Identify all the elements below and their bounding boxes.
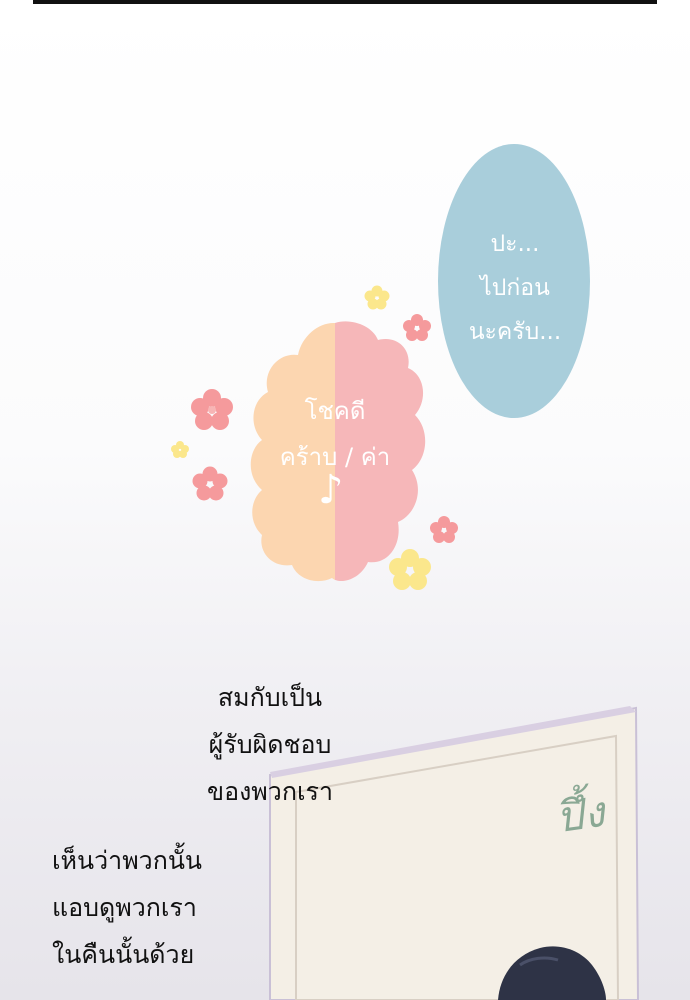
flower-pink-icon: [191, 389, 233, 430]
speech-line: ปะ...: [490, 231, 540, 257]
narration-caption-1: สมกับเป็น ผู้รับผิดชอบ ของพวกเรา: [190, 674, 350, 815]
caption-line: แอบดูพวกเรา: [52, 893, 197, 922]
flower-yellow-icon: [389, 549, 431, 590]
speech-text-goodbye: ปะ... ไปก่อน นะครับ...: [440, 222, 590, 354]
flower-pink-icon: [403, 314, 431, 341]
flower-yellow-icon: [364, 285, 390, 310]
narration-caption-2: เห็นว่าพวกนั้น แอบดูพวกเรา ในคืนนั้นด้วย: [52, 837, 242, 978]
music-note-icon: ♪: [318, 467, 344, 513]
caption-line: ของพวกเรา: [207, 777, 333, 806]
caption-line: ผู้รับผิดชอบ: [208, 730, 332, 759]
speech-line: ไปก่อน: [480, 275, 550, 301]
speech-line: นะครับ...: [468, 319, 562, 345]
sound-effect-text: ปึ้ง: [552, 786, 609, 843]
flower-pink-icon: [430, 516, 458, 543]
speech-line: โชคดี: [304, 397, 366, 425]
caption-line: สมกับเป็น: [217, 683, 323, 712]
flower-yellow-icon: [171, 441, 189, 458]
caption-line: เห็นว่าพวกนั้น: [52, 846, 203, 875]
caption-line: ในคืนนั้นด้วย: [52, 940, 195, 969]
flower-pink-icon: [192, 466, 228, 501]
